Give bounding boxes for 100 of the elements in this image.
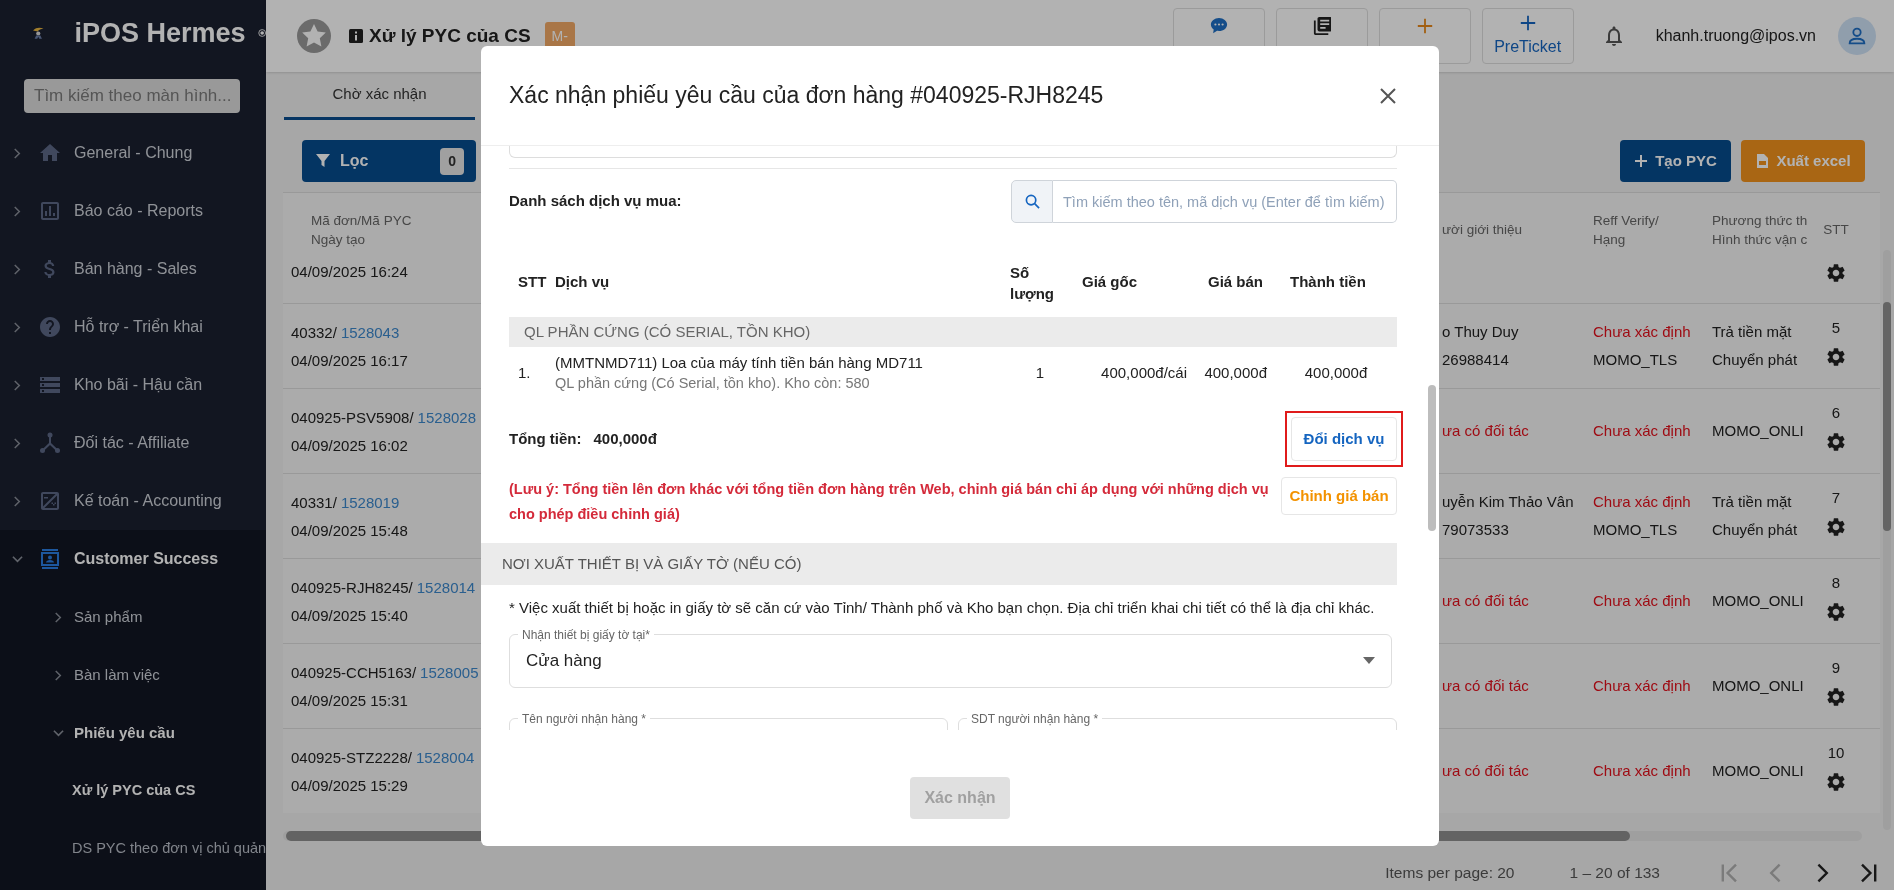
info-icon (349, 29, 363, 43)
sidebar-item[interactable]: Sản phẩm (0, 588, 266, 646)
column-header[interactable]: STT (1823, 220, 1849, 239)
gear-icon[interactable] (1825, 601, 1847, 623)
table-cell-text: Chưa xác định (1593, 676, 1692, 696)
column-header[interactable]: Ngày tạo (311, 230, 473, 249)
sidebar-item[interactable]: Hỗ trợ - Triển khai (0, 298, 266, 356)
table-cell-text: Trả tiền mặt (1712, 492, 1793, 512)
table-cell-text: Chưa xác định (1593, 761, 1692, 781)
column-header[interactable]: Giá bán (1190, 271, 1275, 294)
table-cell-text: 04/09/2025 15:31 (291, 691, 409, 711)
table-cell-text: 40331/ 1528019 (291, 493, 401, 513)
count-badge: 0 (440, 147, 464, 175)
column-header[interactable]: Hạng (1593, 230, 1712, 249)
close-icon[interactable] (1379, 86, 1397, 105)
person-icon (1846, 25, 1868, 47)
search-button[interactable] (1011, 180, 1053, 223)
avatar[interactable] (1838, 17, 1876, 55)
table-cell-text: 04/09/2025 15:48 (291, 521, 409, 541)
sidebar-item[interactable]: Bàn làm việc (0, 646, 266, 704)
table-cell-text: MOMO_ONLI (1712, 761, 1805, 781)
scrollbar-thumb[interactable] (1883, 302, 1891, 531)
table-cell-text: ưa có đối tác (1442, 591, 1530, 611)
table-cell-text: Chuyển phát (1712, 350, 1799, 370)
table-cell-text: 400,000đ (1303, 362, 1369, 383)
table-cell-text: Chưa xác định (1593, 591, 1692, 611)
table-cell-text: 04/09/2025 16:02 (291, 436, 409, 456)
table-cell-text: 04/09/2025 16:17 (291, 351, 409, 371)
sidebar-item[interactable]: Báo cáo - Reports (0, 182, 266, 240)
items-per-page: Items per page: 20 (1385, 863, 1515, 884)
gear-icon[interactable] (1825, 346, 1847, 368)
table-cell-text: QL phần cứng (Có Serial, tồn kho). Kho còn: 580 (555, 374, 871, 393)
gear-icon[interactable] (1825, 516, 1847, 538)
table-cell-text: 26988414 (1442, 350, 1510, 370)
sidebar-item[interactable]: Kế toán - Accounting (0, 472, 266, 530)
tab[interactable]: Chờ xác nhận (284, 72, 475, 120)
sidebar-item[interactable]: DS PYC theo đơn vị chủ quản (0, 820, 266, 878)
request-link[interactable]: 1528004 (415, 749, 475, 766)
gear-icon[interactable] (1825, 262, 1847, 284)
search-field[interactable]: Tìm kiếm theo tên, mã dịch vụ (Enter để tìm kiếm) (1053, 180, 1397, 223)
row-number: 9 (1831, 658, 1841, 678)
sidebar-item[interactable]: Đối tác - Affiliate (0, 414, 266, 472)
table-cell-text: MOMO_ONLI (1712, 421, 1805, 441)
column-header[interactable]: Dịch vụ (555, 271, 1010, 294)
gear-icon[interactable] (1825, 686, 1847, 708)
request-link[interactable]: 1528005 (420, 664, 479, 681)
plus-icon (1415, 16, 1434, 35)
user-email: khanh.truong@ipos.vn (1655, 26, 1816, 46)
table-cell-text: uyễn Kim Thảo Vân (1442, 492, 1575, 512)
input-field[interactable] (509, 146, 1397, 158)
caret-icon (1363, 657, 1375, 664)
column-header[interactable]: Reff Verify/ (1593, 211, 1712, 230)
request-link[interactable]: 1528019 (340, 494, 400, 511)
bar-chart-icon (38, 199, 62, 223)
column-header[interactable]: Giá gốc (1070, 271, 1190, 294)
table-cell-text: 040925-RJH8245/ 1528014 (291, 578, 473, 598)
sidebar-item[interactable]: Bán hàng - Sales (0, 240, 266, 298)
toolbar-button[interactable]: Tạo PYC (1620, 140, 1731, 182)
sidebar-item[interactable]: Xử lý PYC của CS (0, 762, 266, 820)
table-cell-text: 1. (517, 362, 532, 383)
sidebar-item[interactable]: Customer Success (0, 530, 266, 588)
column-header[interactable]: Hình thức vận c (1712, 230, 1812, 249)
table-cell-text: 04/09/2025 16:24 (291, 262, 409, 282)
table-cell-text: Chưa xác định (1593, 322, 1692, 342)
request-link[interactable]: 1528043 (340, 324, 400, 341)
sidebar-item[interactable]: General - Chung (0, 124, 266, 182)
table-cell-text: MOMO_TLS (1593, 520, 1679, 540)
sidebar-item[interactable]: Kho bãi - Hậu cần (0, 356, 266, 414)
page-title: Xử lý PYC của CS (369, 23, 531, 48)
table-cell-text: 04/09/2025 15:29 (291, 776, 409, 796)
table-cell-text: 79073533 (1442, 520, 1510, 540)
table-cell-text: 04/09/2025 15:40 (291, 606, 409, 626)
scrollbar-thumb[interactable] (1428, 385, 1436, 531)
column-header[interactable]: Số lượng (1010, 261, 1054, 304)
table-cell-text: Chưa xác định (1593, 421, 1692, 441)
row-number: 10 (1827, 743, 1845, 763)
column-header[interactable]: Thành tiền (1275, 271, 1397, 294)
filter-button[interactable]: Lọc 0 (302, 140, 476, 182)
column-header[interactable]: Phương thức th (1712, 211, 1812, 230)
request-link[interactable]: 1528028 (417, 409, 476, 426)
plus-icon (1634, 154, 1649, 168)
app-name: iPOS Hermes (74, 16, 246, 50)
sidebar-item[interactable]: Phiếu yêu cầu (0, 704, 266, 762)
request-link[interactable]: 1528014 (416, 579, 476, 596)
column-header[interactable]: ười giới thiệu (1442, 220, 1593, 239)
column-header[interactable]: Mã đơn/Mã PYC (311, 211, 473, 230)
gear-icon[interactable] (1825, 771, 1847, 793)
change-service-button[interactable]: Đổi dịch vụ (1291, 417, 1397, 461)
total-value: 400,000đ (593, 428, 657, 449)
table-cell-text: o Thuy Duy (1442, 322, 1520, 342)
gear-icon[interactable] (1825, 431, 1847, 453)
search-icon (1024, 194, 1040, 209)
search-field[interactable]: Tìm kiếm theo màn hình... (24, 79, 240, 113)
help-icon (38, 315, 62, 339)
plus-icon (1518, 13, 1537, 32)
table-cell-text: ưa có đối tác (1442, 676, 1530, 696)
file-icon (1755, 154, 1770, 168)
column-header[interactable]: STT (509, 271, 555, 294)
header-button[interactable]: PreTicket (1481, 8, 1574, 64)
table-cell-text: (MMTNMD711) Loa của máy tính tiền bán hàng MD711 (555, 353, 924, 373)
